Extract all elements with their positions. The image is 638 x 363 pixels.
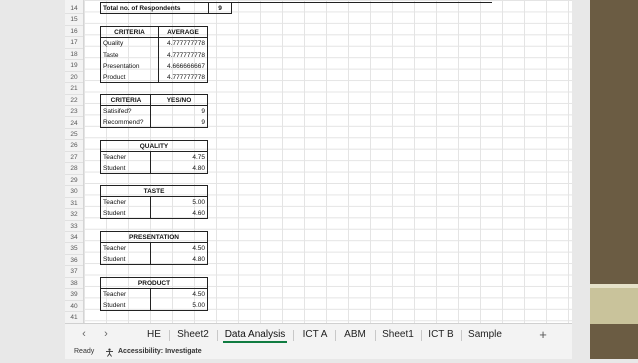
criteria-value[interactable]: 4.777777778 xyxy=(159,50,207,61)
tab-separator xyxy=(461,330,462,341)
row-header[interactable]: 25 xyxy=(65,129,83,141)
taste-value[interactable]: 5.00 xyxy=(151,197,207,208)
row-header[interactable]: 40 xyxy=(65,301,83,313)
criteria-label[interactable]: Presentation xyxy=(101,61,158,72)
row-header[interactable]: 33 xyxy=(65,221,83,232)
row-header[interactable]: 24 xyxy=(65,118,83,129)
row-header[interactable]: 37 xyxy=(65,266,83,278)
yesno-header[interactable]: YES/NO xyxy=(151,95,207,106)
criteria-header[interactable]: CRITERIA xyxy=(101,27,158,38)
tab-separator xyxy=(375,330,376,341)
sheet-tab-bar: ‹ › HE Sheet2 Data Analysis ICT A ABM Sh… xyxy=(65,323,572,346)
spreadsheet-grid[interactable]: 14 15 16 17 18 19 20 21 22 23 24 25 26 2… xyxy=(65,0,572,323)
criteria-value[interactable]: 4.777777778 xyxy=(159,38,207,49)
status-bar: Ready Accessibility: Investigate xyxy=(65,345,572,359)
criteria-value[interactable]: 4.777777778 xyxy=(159,72,207,83)
product-value[interactable]: 4.50 xyxy=(151,289,207,300)
tab-he[interactable]: HE xyxy=(141,324,167,346)
row-header[interactable]: 34 xyxy=(65,232,83,244)
tab-ict-b[interactable]: ICT B xyxy=(423,324,459,346)
presentation-value[interactable]: 4.50 xyxy=(151,243,207,254)
row-header[interactable]: 39 xyxy=(65,289,83,301)
row-header[interactable]: 38 xyxy=(65,278,83,290)
row-header[interactable]: 22 xyxy=(65,95,83,107)
top-border-line xyxy=(232,2,492,3)
tab-separator xyxy=(217,330,218,341)
taste-title[interactable]: TASTE xyxy=(101,186,207,197)
quality-value[interactable]: 4.80 xyxy=(151,163,207,174)
tab-sheet1[interactable]: Sheet1 xyxy=(377,324,419,346)
tab-data-analysis[interactable]: Data Analysis xyxy=(219,324,291,346)
row-header[interactable]: 14 xyxy=(65,3,83,15)
accessibility-status[interactable]: Accessibility: Investigate xyxy=(118,345,202,359)
product-label[interactable]: Teacher xyxy=(101,289,151,300)
yesno-criteria-header[interactable]: CRITERIA xyxy=(101,95,151,106)
row-header[interactable]: 17 xyxy=(65,37,83,49)
tab-separator xyxy=(169,330,170,341)
taste-label[interactable]: Teacher xyxy=(101,197,151,208)
yesno-value[interactable]: 9 xyxy=(151,106,207,117)
status-ready: Ready xyxy=(74,348,95,355)
next-sheet-button[interactable]: › xyxy=(99,328,113,340)
add-sheet-button[interactable]: + xyxy=(533,324,553,346)
average-header[interactable]: AVERAGE xyxy=(159,27,207,38)
tab-ict-a[interactable]: ICT A xyxy=(297,324,333,346)
row-header[interactable]: 35 xyxy=(65,243,83,255)
row-header[interactable]: 31 xyxy=(65,198,83,210)
row-header[interactable]: 21 xyxy=(65,83,83,95)
row-header[interactable]: 36 xyxy=(65,255,83,267)
product-title[interactable]: PRODUCT xyxy=(101,278,207,289)
tab-separator xyxy=(293,330,294,341)
accessibility-icon[interactable] xyxy=(105,348,114,357)
criteria-value[interactable]: 4.666666667 xyxy=(159,61,207,72)
quality-label[interactable]: Teacher xyxy=(101,152,151,163)
row-header[interactable]: 26 xyxy=(65,140,83,152)
tab-separator xyxy=(421,330,422,341)
row-header[interactable]: 20 xyxy=(65,72,83,84)
row-header[interactable]: 29 xyxy=(65,175,83,187)
criteria-label[interactable]: Taste xyxy=(101,50,158,61)
presentation-value[interactable]: 4.80 xyxy=(151,254,207,265)
product-label[interactable]: Student xyxy=(101,300,151,311)
quality-value[interactable]: 4.75 xyxy=(151,152,207,163)
prev-sheet-button[interactable]: ‹ xyxy=(77,328,91,340)
criteria-label[interactable]: Product xyxy=(101,72,158,83)
yesno-value[interactable]: 9 xyxy=(151,117,207,128)
row-header[interactable]: 15 xyxy=(65,14,83,26)
row-header[interactable]: 16 xyxy=(65,26,83,38)
yesno-label[interactable]: Satisifed? xyxy=(101,106,151,117)
row-header[interactable]: 27 xyxy=(65,152,83,164)
row-header[interactable]: 19 xyxy=(65,60,83,72)
yesno-label[interactable]: Recommend? xyxy=(101,117,151,128)
row-header[interactable]: 32 xyxy=(65,209,83,221)
presentation-label[interactable]: Teacher xyxy=(101,243,151,254)
respondents-label[interactable]: Total no. of Respondents xyxy=(101,3,209,14)
quality-label[interactable]: Student xyxy=(101,163,151,174)
row-header[interactable]: 28 xyxy=(65,163,83,175)
taste-label[interactable]: Student xyxy=(101,208,151,219)
presentation-label[interactable]: Student xyxy=(101,254,151,265)
background-strip xyxy=(590,288,638,324)
row-header[interactable]: 30 xyxy=(65,186,83,198)
row-header[interactable]: 18 xyxy=(65,49,83,61)
quality-title[interactable]: QUALITY xyxy=(101,141,207,152)
tab-abm[interactable]: ABM xyxy=(337,324,373,346)
taste-value[interactable]: 4.60 xyxy=(151,208,207,219)
tab-separator xyxy=(335,330,336,341)
criteria-label[interactable]: Quality xyxy=(101,38,158,49)
respondents-value[interactable]: 9 xyxy=(209,3,231,14)
presentation-title[interactable]: PRESENTATION xyxy=(101,232,207,243)
row-header[interactable]: 41 xyxy=(65,312,83,323)
tab-sample[interactable]: Sample xyxy=(463,324,507,346)
row-header[interactable]: 23 xyxy=(65,106,83,118)
row-headers[interactable]: 14 15 16 17 18 19 20 21 22 23 24 25 26 2… xyxy=(65,0,84,323)
product-value[interactable]: 5.00 xyxy=(151,300,207,311)
tab-sheet2[interactable]: Sheet2 xyxy=(171,324,215,346)
